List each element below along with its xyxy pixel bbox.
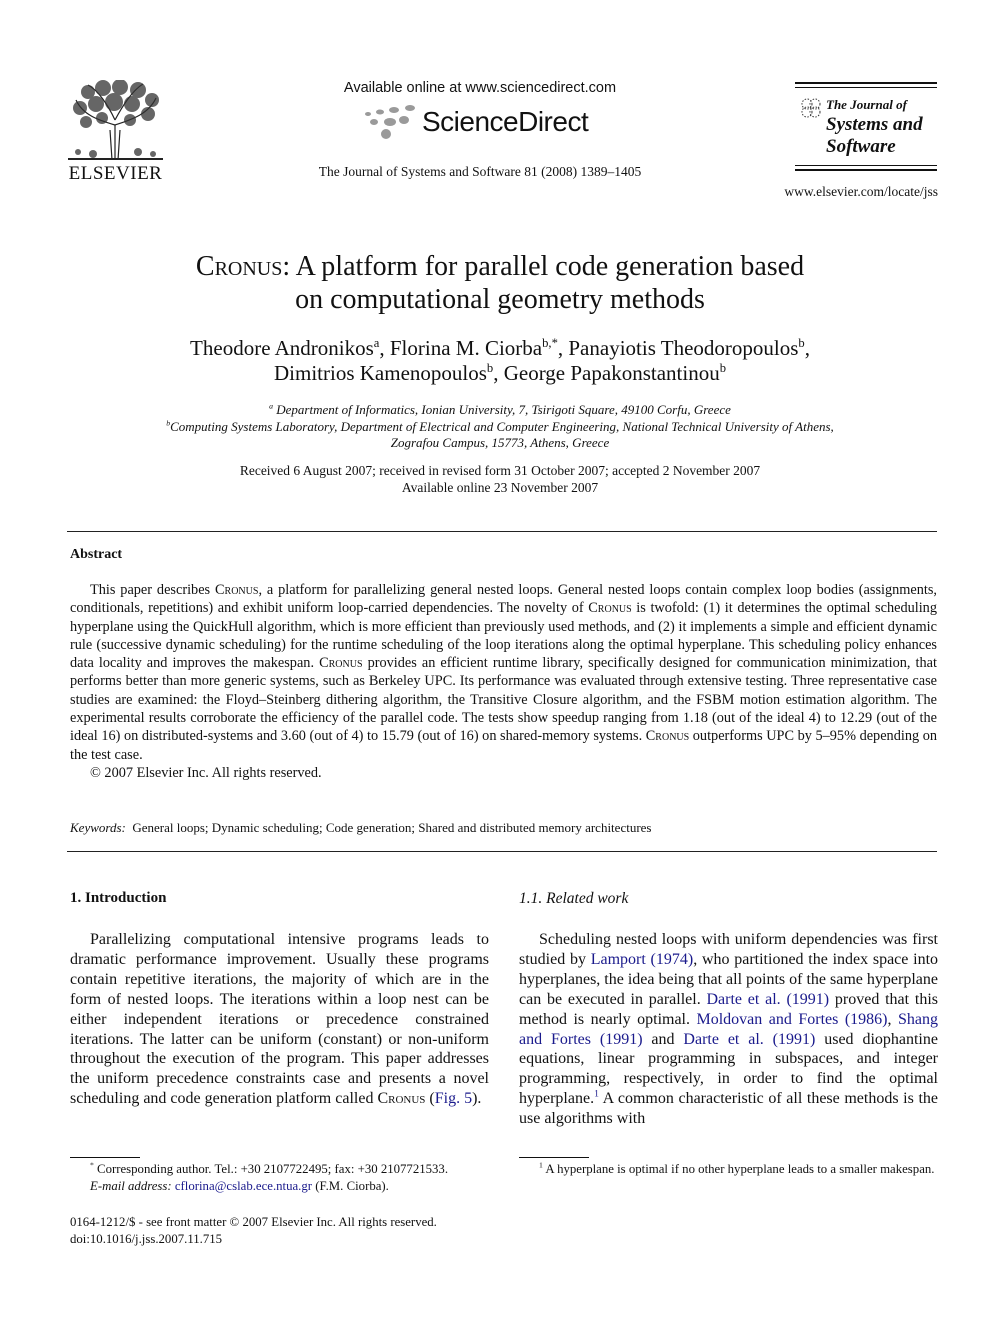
email-link[interactable]: cflorina@cslab.ece.ntua.gr <box>175 1179 312 1193</box>
journal-logo-the: The Journal of <box>826 97 907 112</box>
sciencedirect-logo[interactable]: ScienceDirect <box>422 106 589 138</box>
right-column: 1.1. Related work Scheduling nested loop… <box>519 890 938 1129</box>
cronus-name: Cronus <box>645 728 690 745</box>
author-name[interactable]: Panayiotis Theodoropoulos <box>568 336 798 360</box>
keywords: Keywords: General loops; Dynamic schedul… <box>70 820 937 836</box>
affiliation-b: Computing Systems Laboratory, Department… <box>170 418 834 434</box>
title-rest: : A platform for parallel code generatio… <box>282 251 805 282</box>
affil-mark: a <box>269 401 274 411</box>
email-owner: (F.M. Ciorba). <box>312 1178 389 1193</box>
abstract-paragraph: This paper describes Cronus, a platform … <box>70 581 937 764</box>
author-name[interactable]: Florina M. Ciorba <box>390 336 542 360</box>
author-affil-mark: b,* <box>542 336 558 350</box>
introduction-paragraph: Parallelizing computational intensive pr… <box>70 930 489 1109</box>
intro-text: ( <box>425 1090 435 1108</box>
author-sep: , <box>804 336 810 360</box>
paper-title: Cronus: A platform for parallel code gen… <box>100 250 900 316</box>
journal-logo-title: Systems and Software <box>826 114 923 158</box>
text-run: , <box>887 1010 899 1028</box>
related-work-paragraph: Scheduling nested loops with uniform dep… <box>519 930 938 1129</box>
abstract-copyright: © 2007 Elsevier Inc. All rights reserved… <box>90 764 322 781</box>
corresponding-text: Corresponding author. Tel.: +30 21077224… <box>97 1162 449 1176</box>
journal-logo-line1: Systems and <box>826 114 923 135</box>
keywords-label: Keywords: <box>70 820 126 835</box>
title-cronus: Cronus <box>195 251 283 282</box>
footnote-mark: 1 <box>539 1160 543 1170</box>
abstract-heading: Abstract <box>70 547 123 562</box>
journal-emblem-icon <box>801 98 821 118</box>
received-dates: Received 6 August 2007; received in revi… <box>239 463 761 478</box>
left-column: 1. Introduction Parallelizing computatio… <box>70 890 489 1109</box>
citation-link[interactable]: Darte et al. (1991) <box>706 991 829 1008</box>
available-date: Available online 23 November 2007 <box>401 480 599 495</box>
affiliation-b-line2: Zografou Campus, 15773, Athens, Greece <box>390 435 610 450</box>
affiliations: a Department of Informatics, Ionian Univ… <box>100 402 900 452</box>
cronus-name: Cronus <box>319 655 363 672</box>
cronus-name: Cronus <box>588 600 632 617</box>
footnote-rule-right <box>519 1157 589 1158</box>
section-heading-related-work: 1.1. Related work <box>519 890 629 907</box>
journal-citation: The Journal of Systems and Software 81 (… <box>318 164 642 179</box>
divider-top <box>67 531 937 532</box>
text-run: and <box>642 1030 684 1048</box>
available-online-text[interactable]: Available online at www.sciencedirect.co… <box>300 80 660 96</box>
author-name[interactable]: Theodore Andronikos <box>190 336 374 360</box>
section-heading-introduction: 1. Introduction <box>70 890 167 906</box>
author-sep: , <box>557 336 569 360</box>
citation-link[interactable]: Lamport (1974) <box>591 951 694 968</box>
journal-url[interactable]: www.elsevier.com/locate/jss <box>770 184 938 200</box>
text-run: This paper describes <box>90 582 215 598</box>
footnote-mark: * <box>90 1160 94 1170</box>
title-line2: on computational geometry methods <box>295 284 705 315</box>
footnote-1: 1 A hyperplane is optimal if no other hy… <box>519 1161 938 1178</box>
footnote-1-text: A hyperplane is optimal if no other hype… <box>545 1162 935 1176</box>
abstract-body: This paper describes Cronus, a platform … <box>70 581 937 782</box>
cronus-name: Cronus <box>215 582 259 598</box>
email-label: E-mail address: <box>90 1178 172 1193</box>
elsevier-tree-logo-icon <box>68 80 163 161</box>
corresponding-author-footnote: * Corresponding author. Tel.: +30 210772… <box>70 1161 489 1194</box>
author-affil-mark: b <box>719 361 726 375</box>
author-name[interactable]: Dimitrios Kamenopoulos <box>274 361 487 385</box>
intro-cronus: Cronus <box>377 1090 426 1108</box>
citation-link[interactable]: Darte et al. (1991) <box>683 1031 815 1048</box>
citation-link[interactable]: Moldovan and Fortes (1986) <box>697 1011 888 1028</box>
doi-line[interactable]: doi:10.1016/j.jss.2007.11.715 <box>70 1231 437 1248</box>
author-list: Theodore Andronikosa, Florina M. Ciorbab… <box>100 336 900 386</box>
author-name[interactable]: George Papakonstantinou <box>504 361 720 385</box>
elsevier-wordmark: ELSEVIER <box>68 163 163 184</box>
figure-5-link[interactable]: Fig. 5 <box>435 1090 472 1107</box>
author-sep: , <box>379 336 390 360</box>
journal-logo-line2: Software <box>826 136 896 157</box>
footnote-rule-left <box>70 1157 140 1158</box>
intro-text: ). <box>472 1090 482 1108</box>
affiliation-a: Department of Informatics, Ionian Univer… <box>276 402 731 417</box>
divider-bottom <box>67 851 937 852</box>
intro-text: Parallelizing computational intensive pr… <box>70 931 489 1108</box>
article-dates: Received 6 August 2007; received in revi… <box>100 462 900 496</box>
front-matter-info: 0164-1212/$ - see front matter © 2007 El… <box>70 1214 437 1248</box>
issn-line: 0164-1212/$ - see front matter © 2007 El… <box>70 1215 437 1229</box>
keywords-list: General loops; Dynamic scheduling; Code … <box>132 820 652 835</box>
author-sep: , <box>493 361 504 385</box>
